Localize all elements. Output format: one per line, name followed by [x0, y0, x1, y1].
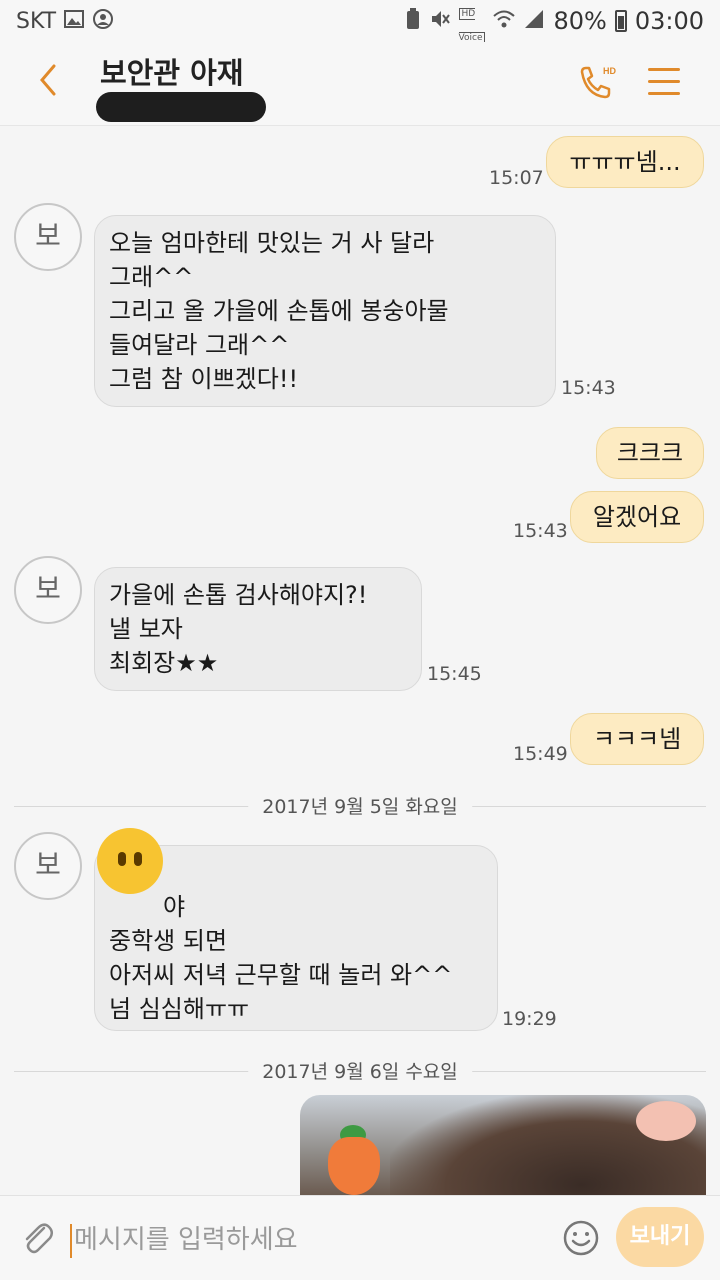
clock: 03:00 — [634, 7, 704, 35]
account-icon — [92, 8, 114, 35]
outgoing-message[interactable]: 알겠어요 — [570, 491, 704, 543]
battery-icon — [614, 10, 627, 32]
text-cursor — [70, 1224, 72, 1258]
menu-icon-line — [648, 92, 680, 95]
send-button[interactable]: 보내기 — [616, 1207, 704, 1267]
menu-icon-line — [648, 80, 680, 83]
incoming-message-text: 야 중학생 되면 아저씨 저녁 근무할 때 놀러 와^^ 넘 심심해ㅠㅠ — [109, 893, 453, 1023]
date-label: 2017년 9월 5일 화요일 — [248, 792, 472, 819]
message-time: 15:45 — [427, 663, 482, 685]
contact-name: 보안관 아재 — [100, 56, 244, 90]
incoming-message[interactable]: 가을에 손톱 검사해야지?! 낼 보자 최회장★★ — [94, 567, 422, 691]
hair-ribbon — [636, 1101, 696, 1141]
message-time: 15:43 — [561, 377, 616, 399]
carrier-label: SKT — [16, 8, 57, 34]
contact-avatar[interactable]: 보 — [14, 832, 82, 900]
message-input[interactable] — [74, 1218, 534, 1262]
battery-percent: 80% — [553, 7, 607, 35]
chevron-left-icon — [40, 64, 56, 96]
date-label: 2017년 9월 6일 수요일 — [248, 1057, 472, 1084]
date-separator: 2017년 9월 5일 화요일 — [14, 792, 706, 822]
contact-avatar[interactable]: 보 — [14, 556, 82, 624]
paperclip-icon — [25, 1223, 53, 1254]
menu-icon-line — [648, 68, 680, 71]
message-composer: 보내기 — [0, 1195, 720, 1280]
outgoing-message[interactable]: ㅋㅋㅋ넴 — [570, 713, 704, 765]
contact-avatar[interactable]: 보 — [14, 203, 82, 271]
redacted-phone-number — [96, 92, 266, 122]
back-button[interactable] — [28, 62, 68, 106]
phone-icon: HD — [580, 66, 616, 99]
hd-call-button[interactable]: HD — [574, 62, 618, 106]
emoji-button[interactable] — [562, 1219, 600, 1257]
wifi-icon — [493, 9, 516, 34]
gallery-icon — [64, 9, 85, 33]
mute-icon — [429, 8, 451, 35]
message-time: 19:29 — [502, 1008, 557, 1030]
signal-icon — [523, 8, 545, 35]
status-bar: SKT HD Voice 80% 03:00 — [0, 0, 720, 45]
smiley-icon — [563, 1220, 599, 1256]
incoming-message[interactable]: 오늘 엄마한테 맛있는 거 사 달라 그래^^ 그리고 올 가을에 손톱에 봉숭… — [94, 215, 556, 407]
battery-saver-icon — [405, 7, 421, 35]
attach-button[interactable] — [18, 1218, 58, 1258]
menu-button[interactable] — [648, 68, 680, 100]
date-separator: 2017년 9월 6일 수요일 — [14, 1057, 706, 1087]
smiley-emoji-icon — [97, 828, 163, 894]
message-time: 15:07 — [489, 167, 544, 189]
message-time: 15:43 — [513, 520, 568, 542]
hd-voice-icon: HD Voice — [458, 0, 486, 45]
call-hd-badge: HD — [603, 66, 616, 76]
carrot-sticker — [328, 1137, 380, 1195]
message-list[interactable]: ㅠㅠㅠ넴... 15:07 보 오늘 엄마한테 맛있는 거 사 달라 그래^^ … — [0, 127, 720, 1195]
outgoing-message[interactable]: ㅠㅠㅠ넴... — [546, 136, 704, 188]
photo-message[interactable] — [300, 1095, 706, 1195]
hd-label: HD — [461, 9, 476, 19]
conversation-header: 보안관 아재 HD — [0, 42, 720, 126]
outgoing-message[interactable]: 크크크 — [596, 427, 704, 479]
message-time: 15:49 — [513, 743, 568, 765]
